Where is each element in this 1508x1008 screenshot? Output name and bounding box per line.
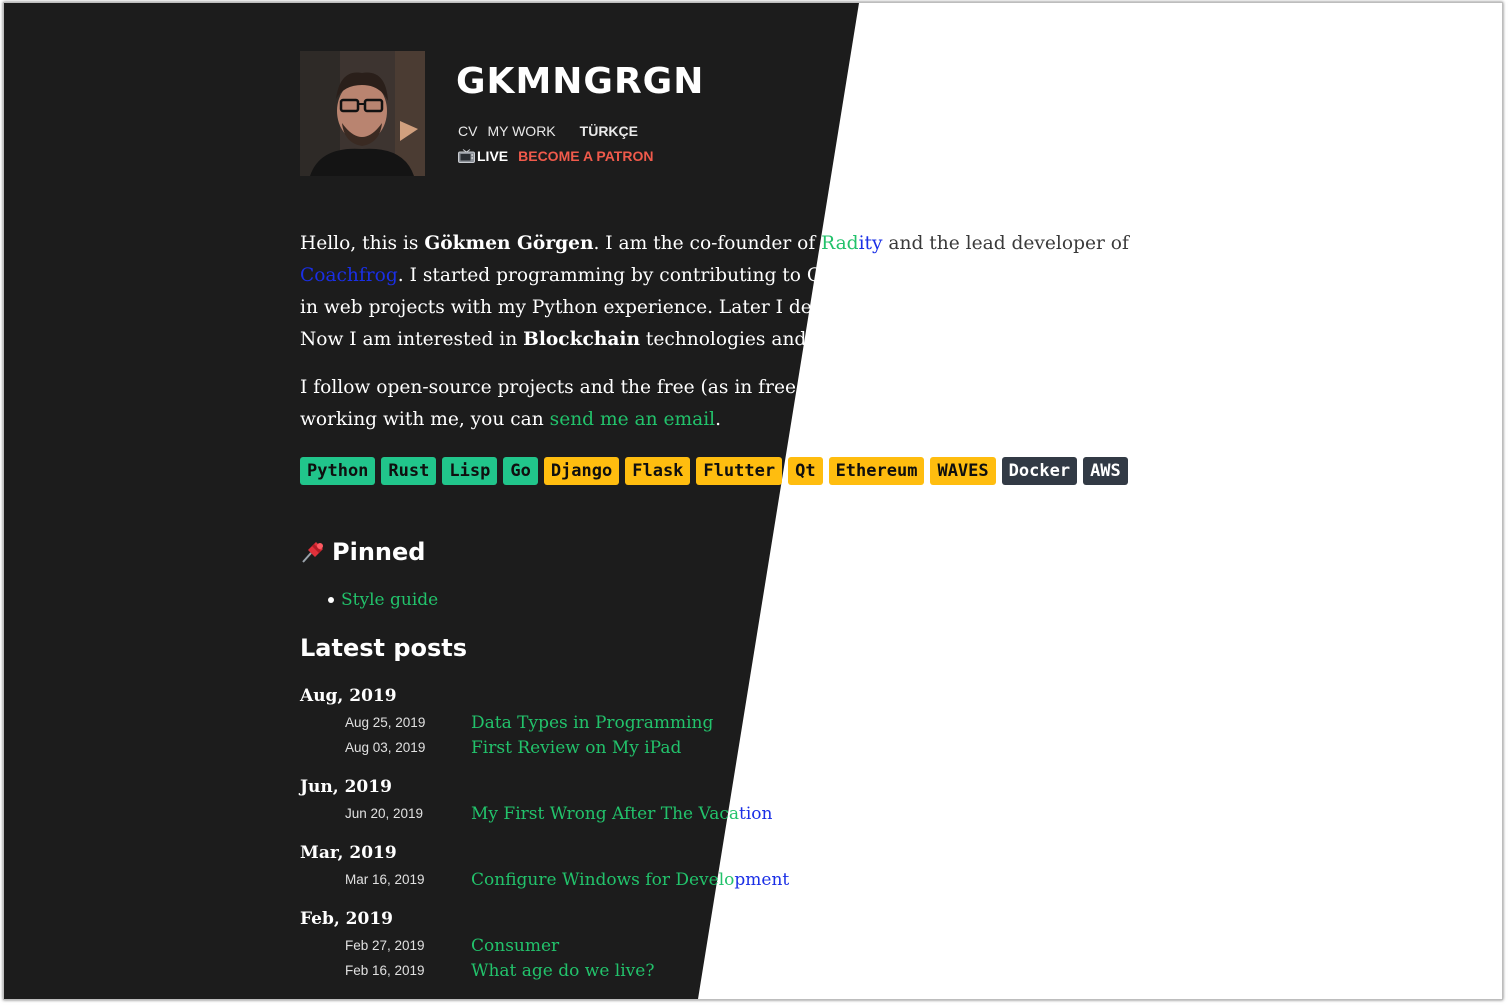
post-row: Feb 16, 2019 What age do we live? xyxy=(300,958,1000,983)
pinned-heading: Pinned xyxy=(300,538,425,566)
intro-bold-deep-learning: Deep Learning xyxy=(812,329,966,350)
post-row: Jun 20, 2019 My First Wrong After The Vac… xyxy=(300,801,1000,826)
intro-text-segment: and the lead developer of xyxy=(882,233,1129,254)
radity-link-part: ity xyxy=(858,233,883,254)
post-date: Aug 03, 2019 xyxy=(345,740,426,755)
tag-rust: Rust xyxy=(381,457,437,485)
intro-text: Hello, this is Gökmen Görgen. I am the c… xyxy=(300,228,1220,452)
tag-flask: Flask xyxy=(625,457,691,485)
avatar[interactable] xyxy=(300,51,425,176)
post-title-link[interactable]: Configure Windows for Development xyxy=(471,870,789,890)
nav-my-work-link[interactable]: MY WORK xyxy=(487,123,555,139)
intro-text-segment: Hello, this is xyxy=(300,233,425,254)
month-group: Feb, 2019 Feb 27, 2019 Consumer Feb 16, 201… xyxy=(300,909,1000,983)
month-group: Jun, 2019 Jun 20, 2019 My First Wrong Afte… xyxy=(300,777,1000,826)
tag-waves: WAVES xyxy=(930,457,996,485)
tv-icon xyxy=(458,149,475,163)
post-title-part: tion xyxy=(739,803,773,824)
post-title-link[interactable]: First Review on My iPad xyxy=(471,738,681,758)
intro-bold-desktop: desktop xyxy=(1009,297,1092,318)
style-guide-link[interactable]: Style guide xyxy=(341,590,438,610)
coachfrog-link[interactable]: Coachfrog xyxy=(300,265,398,286)
post-title-part: What age do we live? xyxy=(471,960,655,981)
tag-go: Go xyxy=(503,457,538,485)
post-date: Aug 25, 2019 xyxy=(345,715,426,730)
intro-text-segment: I follow open-source projects and the fr… xyxy=(300,377,1185,430)
month-group: Mar, 2019 Mar 16, 2019 Configure Windows f… xyxy=(300,843,1000,892)
intro-paragraph-1: Hello, this is Gökmen Görgen. I am the c… xyxy=(300,228,1220,356)
post-title-part: First Review on My iPad xyxy=(471,737,682,758)
radity-link[interactable]: Radity xyxy=(821,233,882,254)
tag-docker: Docker xyxy=(1001,457,1078,485)
post-title-link[interactable]: My First Wrong After The Vacation xyxy=(471,804,772,824)
month-heading: Jun, 2019 xyxy=(300,777,392,797)
intro-text-segment: and xyxy=(962,297,1009,318)
post-row: Aug 03, 2019 First Review on My iPad xyxy=(300,735,1000,760)
month-heading: Mar, 2019 xyxy=(300,843,397,863)
pinned-list: Style guide xyxy=(328,590,438,610)
intro-paragraph-2: I follow open-source projects and the fr… xyxy=(300,372,1220,436)
become-patron-link[interactable]: BECOME A PATRON xyxy=(518,148,653,164)
post-title-part: My First Wrong After The Vaca xyxy=(471,803,739,824)
post-title-part: Configure Windows for Develo xyxy=(471,869,735,890)
site-title[interactable]: GKMNGRGN xyxy=(456,61,704,102)
post-title-part: pment xyxy=(734,869,790,890)
month-group: Aug, 2019 Aug 25, 2019 Data Types in Progr… xyxy=(300,686,1000,760)
month-heading: Aug, 2019 xyxy=(300,686,397,706)
post-date: Feb 27, 2019 xyxy=(345,938,425,953)
intro-text-segment: technologies and xyxy=(639,329,813,350)
bullet-icon xyxy=(328,597,334,603)
post-title-part: Consumer xyxy=(471,935,560,956)
live-label: LIVE xyxy=(477,148,509,164)
intro-text-segment: . xyxy=(965,329,972,350)
post-title-link[interactable]: Data Types in Programming xyxy=(471,713,713,733)
tag-lisp: Lisp xyxy=(442,457,498,485)
nav-cv-link[interactable]: CV xyxy=(458,123,477,139)
tag-django: Django xyxy=(543,457,620,485)
post-title-link[interactable]: What age do we live? xyxy=(471,961,654,981)
live-link[interactable]: LIVE xyxy=(458,148,508,164)
page-frame: GKMNGRGN CV MY WORK TÜRKÇE LIVE BECOME A… xyxy=(3,2,1503,1000)
tag-qt: Qt xyxy=(788,457,823,485)
post-row: Feb 27, 2019 Consumer xyxy=(300,933,1000,958)
post-row: Mar 16, 2019 Configure Windows for Develo… xyxy=(300,867,1000,892)
post-date: Jun 20, 2019 xyxy=(345,806,424,821)
list-item: Style guide xyxy=(328,590,438,610)
secondary-nav: LIVE BECOME A PATRON xyxy=(458,148,653,164)
post-date: Mar 16, 2019 xyxy=(345,872,425,887)
intro-bold-mobile: mobile xyxy=(891,297,963,318)
latest-posts-heading: Latest posts xyxy=(300,634,468,662)
pinned-heading-label: Pinned xyxy=(332,538,426,566)
pushpin-icon xyxy=(302,542,323,563)
post-title-link[interactable]: Consumer xyxy=(471,936,559,956)
post-date: Feb 16, 2019 xyxy=(345,963,425,978)
author-name: Gökmen Görgen xyxy=(424,233,594,254)
post-row: Aug 25, 2019 Data Types in Programming xyxy=(300,710,1000,735)
month-heading: Feb, 2019 xyxy=(300,909,393,929)
main-content: GKMNGRGN CV MY WORK TÜRKÇE LIVE BECOME A… xyxy=(300,3,1220,999)
nav-language-link[interactable]: TÜRKÇE xyxy=(580,123,638,139)
skill-tags: Python Rust Lisp Go Django Flask Flutter Qt Ethe… xyxy=(300,457,1128,485)
tag-aws: AWS xyxy=(1083,457,1128,485)
radity-link-part: Rad xyxy=(821,233,859,254)
post-title-part: Data Types in Programming xyxy=(471,712,714,733)
tag-python: Python xyxy=(300,457,376,485)
intro-bold-blockchain: Blockchain xyxy=(523,329,640,350)
email-link[interactable]: send me an email xyxy=(550,409,715,430)
tag-ethereum: Ethereum xyxy=(828,457,925,485)
intro-text-segment: . xyxy=(715,409,722,430)
latest-posts-list: Aug, 2019 Aug 25, 2019 Data Types in Progr… xyxy=(300,686,1000,999)
main-nav: CV MY WORK TÜRKÇE xyxy=(458,123,638,139)
tag-flutter: Flutter xyxy=(696,457,783,485)
intro-text-segment: . I am the co-founder of xyxy=(593,233,822,254)
